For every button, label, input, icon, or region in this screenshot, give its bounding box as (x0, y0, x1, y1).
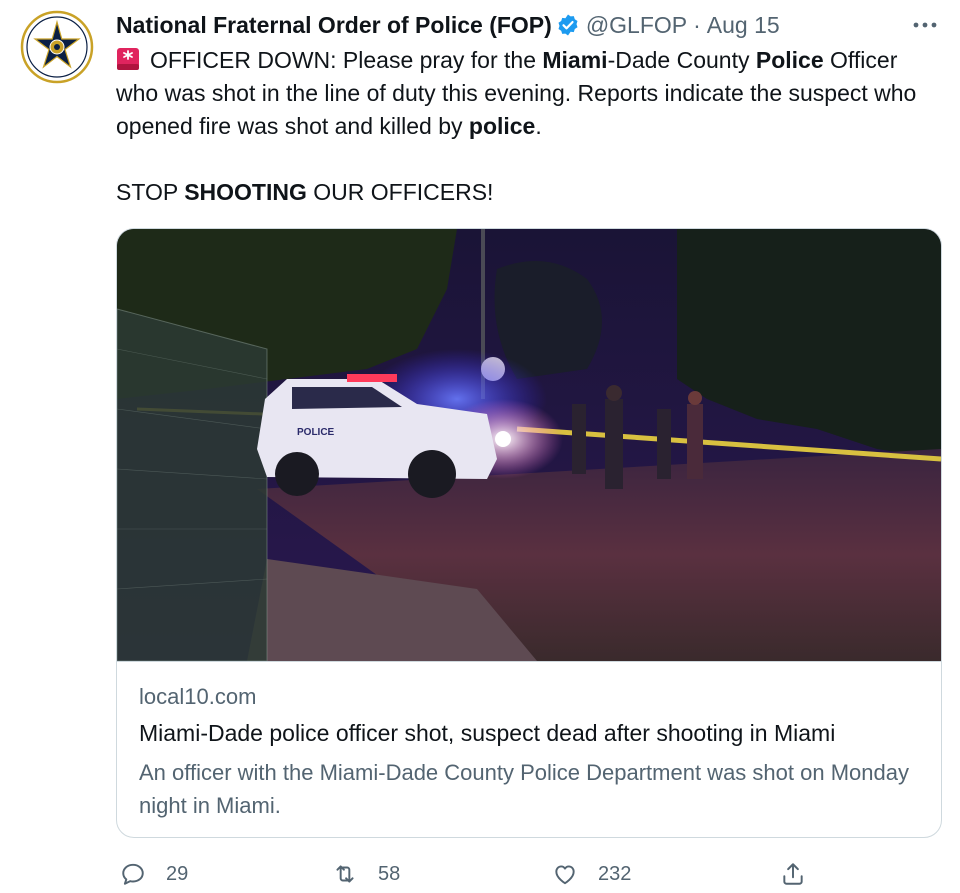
tweet-text-segment: STOP (116, 179, 185, 205)
share-button[interactable] (780, 856, 806, 892)
card-domain: local10.com (139, 684, 257, 709)
share-icon (783, 863, 803, 885)
reply-count: 29 (166, 862, 189, 885)
retweet-button[interactable]: 58 (332, 856, 400, 892)
tweet-text-highlight: Police (755, 47, 824, 73)
tweet-text-segment: OFFICER DOWN: Please pray for the (150, 47, 543, 73)
timestamp[interactable]: Aug 15 (707, 12, 780, 39)
handle[interactable]: @GLFOP (586, 12, 687, 39)
tweet-paragraph-1: OFFICER DOWN: Please pray for the Miami-… (116, 44, 936, 143)
tweet-text-highlight: SHOOTING (184, 179, 307, 205)
link-card[interactable]: POLICE local10.com Miami-Dade police off… (116, 228, 942, 838)
police-scene-image: POLICE (117, 229, 941, 661)
card-image[interactable]: POLICE (117, 229, 941, 661)
tweet-text-segment: . (535, 113, 542, 139)
heart-icon (555, 865, 575, 885)
tweet-text-segment: -Dade County (607, 47, 756, 73)
avatar[interactable] (20, 10, 94, 84)
display-name[interactable]: National Fraternal Order of Police (FOP) (116, 12, 552, 39)
tweet-text-highlight: police (468, 113, 536, 139)
verified-badge-icon (558, 14, 578, 36)
retweet-count: 58 (378, 862, 401, 885)
like-button[interactable]: 232 (552, 856, 631, 892)
card-meta[interactable]: local10.com Miami-Dade police officer sh… (117, 661, 941, 837)
tweet-header: National Fraternal Order of Police (FOP)… (116, 8, 940, 42)
car-door-text: POLICE (297, 427, 335, 438)
tweet-text: OFFICER DOWN: Please pray for the Miami-… (116, 44, 936, 209)
separator-dot: · (693, 11, 701, 38)
more-options-button[interactable] (910, 8, 940, 42)
action-bar: 29 58 232 (116, 856, 816, 892)
tweet-text-segment: OUR OFFICERS! (306, 179, 494, 205)
card-title: Miami-Dade police officer shot, suspect … (139, 720, 836, 746)
card-description: An officer with the Miami-Dade County Po… (139, 760, 909, 818)
retweet-icon (336, 865, 354, 883)
reply-icon (122, 863, 144, 885)
tweet: National Fraternal Order of Police (FOP)… (0, 0, 960, 893)
tweet-paragraph-2: STOP SHOOTING OUR OFFICERS! (116, 176, 936, 209)
rotating-light-icon (117, 48, 139, 70)
more-icon (913, 22, 937, 28)
tweet-text-highlight: Miami (542, 47, 608, 73)
reply-button[interactable]: 29 (120, 856, 188, 892)
like-count: 232 (598, 862, 632, 885)
